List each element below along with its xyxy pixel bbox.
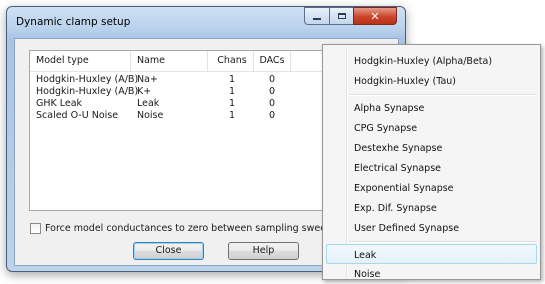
minimize-button[interactable] (304, 7, 329, 25)
menu-item-hh-tau[interactable]: Hodgkin-Huxley (Tau) (354, 76, 456, 88)
column-divider (290, 51, 291, 71)
help-button[interactable]: Help (228, 242, 299, 260)
model-type-cell: GHK Leak (36, 98, 83, 109)
name-cell: Leak (137, 98, 160, 109)
menu-item-user-defined-synapse[interactable]: User Defined Synapse (354, 223, 459, 235)
model-type-cell: Hodgkin-Huxley (A/B) (36, 86, 139, 97)
menu-separator (349, 241, 537, 243)
column-divider (130, 51, 131, 71)
force-zero-checkbox-label[interactable]: Force model conductances to zero between… (45, 223, 337, 234)
chans-cell: 1 (228, 74, 236, 85)
column-divider (207, 51, 208, 71)
dacs-cell: 0 (268, 74, 276, 85)
minimize-icon (313, 17, 321, 20)
menu-item-electrical-synapse[interactable]: Electrical Synapse (354, 163, 441, 175)
column-header-model-type[interactable]: Model type (36, 51, 89, 71)
close-button[interactable]: Close (133, 242, 204, 260)
menu-item-exponential-synapse[interactable]: Exponential Synapse (354, 183, 454, 195)
menu-item-destexhe-synapse[interactable]: Destexhe Synapse (354, 143, 442, 155)
column-divider (253, 51, 254, 71)
menu-gutter (346, 47, 348, 277)
dacs-cell: 0 (268, 110, 276, 121)
column-header-dacs[interactable]: DACs (255, 51, 289, 71)
dacs-cell: 0 (268, 98, 276, 109)
name-cell: Noise (137, 110, 164, 121)
menu-item-alpha-synapse[interactable]: Alpha Synapse (354, 103, 424, 115)
menu-item-cpg-synapse[interactable]: CPG Synapse (354, 123, 417, 135)
chans-cell: 1 (228, 86, 236, 97)
menu-item-hh-alpha-beta[interactable]: Hodgkin-Huxley (Alpha/Beta) (354, 56, 492, 68)
dacs-cell: 0 (268, 86, 276, 97)
maximize-icon (337, 13, 346, 19)
window-title: Dynamic clamp setup (16, 16, 131, 28)
menu-separator (349, 94, 537, 96)
force-zero-checkbox-row[interactable]: Force model conductances to zero between… (30, 223, 337, 234)
close-window-button[interactable]: ✕ (353, 7, 397, 25)
column-header-chans[interactable]: Chans (211, 51, 253, 71)
add-model-context-menu: Hodgkin-Huxley (Alpha/Beta) Hodgkin-Huxl… (322, 44, 541, 280)
model-type-cell: Hodgkin-Huxley (A/B) (36, 74, 139, 85)
chans-cell: 1 (228, 98, 236, 109)
name-cell: Na+ (137, 74, 158, 85)
name-cell: K+ (137, 86, 152, 97)
menu-item-noise[interactable]: Noise (354, 269, 380, 281)
force-zero-checkbox[interactable] (30, 223, 41, 234)
column-header-name[interactable]: Name (137, 51, 165, 71)
menu-item-exp-dif-synapse[interactable]: Exp. Dif. Synapse (354, 203, 437, 215)
close-icon: ✕ (370, 9, 380, 23)
maximize-button[interactable] (329, 7, 353, 25)
window-controls: ✕ (304, 7, 397, 25)
model-type-cell: Scaled O-U Noise (36, 110, 119, 121)
menu-item-leak[interactable]: Leak (354, 250, 376, 262)
chans-cell: 1 (228, 110, 236, 121)
